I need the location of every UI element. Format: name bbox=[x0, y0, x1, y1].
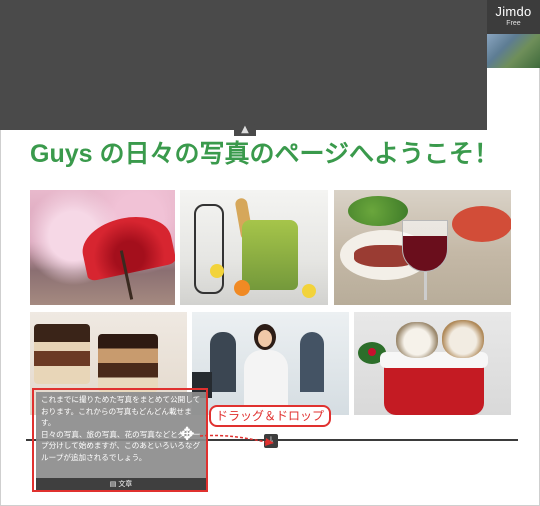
kitten-shape bbox=[396, 322, 438, 358]
person-shape bbox=[300, 332, 324, 392]
dish-shape bbox=[452, 206, 511, 242]
jimdo-plan-label: Free bbox=[506, 20, 521, 27]
lemon-shape bbox=[302, 284, 316, 298]
move-handle-icon[interactable]: ✥ bbox=[176, 424, 198, 446]
glass-stem-shape bbox=[424, 272, 427, 300]
lemon-shape bbox=[210, 264, 224, 278]
gallery-photo-kittens[interactable] bbox=[354, 312, 511, 415]
gallery-photo-kitchen[interactable] bbox=[180, 190, 328, 305]
gallery-photo-office[interactable] bbox=[192, 312, 349, 415]
bag-shape bbox=[242, 220, 298, 290]
berry-shape bbox=[368, 348, 376, 356]
salad-shape bbox=[348, 196, 408, 226]
header-banner bbox=[0, 0, 487, 130]
drag-and-drop-callout: ドラッグ＆ドロップ bbox=[209, 405, 332, 427]
face-shape bbox=[258, 330, 272, 347]
wine-glass-shape bbox=[402, 220, 448, 272]
cake-shape bbox=[34, 324, 90, 384]
gallery-photo-cherry-blossom[interactable] bbox=[30, 190, 175, 305]
gallery-photo-dinner[interactable] bbox=[334, 190, 511, 305]
page-title: Guys の日々の写真のページへようこそ！ bbox=[30, 140, 499, 168]
stocking-shape bbox=[384, 360, 484, 415]
rack-shape bbox=[194, 204, 224, 294]
orange-shape bbox=[234, 280, 250, 296]
cake-shape bbox=[98, 334, 158, 392]
jimdo-badge[interactable]: Jimdo Free bbox=[487, 0, 540, 68]
kitten-shape bbox=[442, 320, 484, 358]
person-shape bbox=[210, 332, 236, 392]
drag-arrow bbox=[199, 434, 274, 446]
jimdo-thumbnail bbox=[487, 34, 540, 68]
jimdo-logo: Jimdo bbox=[495, 4, 532, 19]
